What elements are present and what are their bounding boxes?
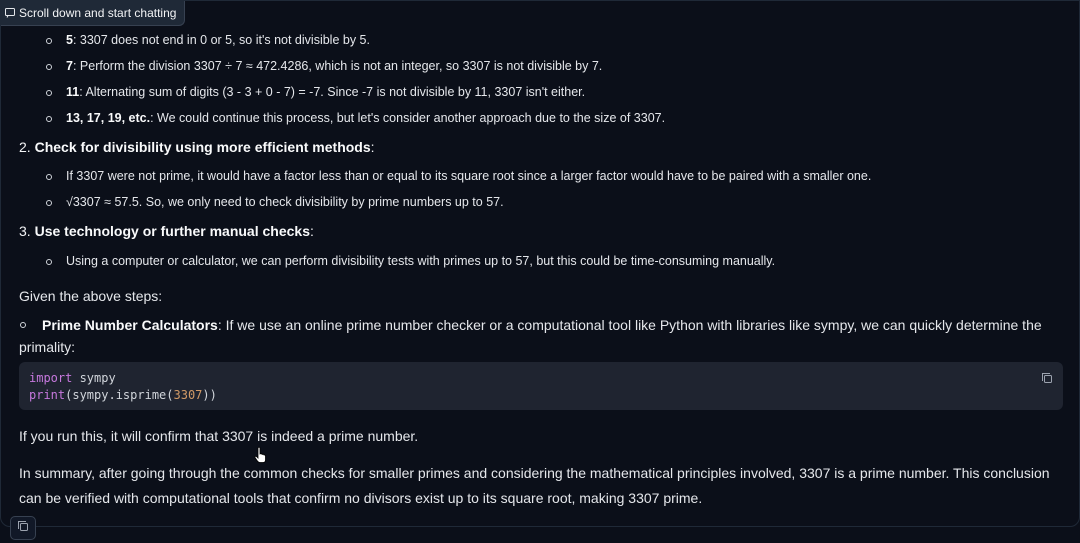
scroll-down-label: Scroll down and start chatting [19,6,177,20]
divisor-label: 7 [66,59,73,73]
code-text: sympy [72,371,116,385]
bullet [46,200,52,206]
list-item-text: Using a computer or calculator, we can p… [66,254,776,268]
divisor-label: 5 [66,33,73,47]
bullet [20,321,26,328]
mouse-pointer-icon [254,446,266,463]
scroll-down-banner[interactable]: Scroll down and start chatting [1,1,186,26]
list-item-text: : Perform the division 3307 ÷ 7 ≈ 472.42… [72,59,603,73]
step-heading-3: 3. Use technology or further manual chec… [19,223,314,239]
step-heading-2: 2. Check for divisibility using more eff… [19,139,375,155]
step-suffix: : [309,223,314,239]
code-text: (sympy.isprime( [65,388,174,402]
divisor-label: 13, 17, 19, etc. [66,111,151,125]
summary-text: In summary, after going through the comm… [19,465,1050,506]
code-content[interactable]: import sympy print(sympy.isprime(3307)) [29,370,217,404]
bullet [46,174,52,180]
code-keyword: import [29,371,73,385]
list-item-text: √3307 ≈ 57.5. So, we only need to check … [66,195,504,209]
list-item-text: : We could continue this process, but le… [150,111,666,125]
copy-icon [17,519,29,537]
code-number: 3307 [173,388,203,402]
confirm-text: If you run this, it will confirm that 33… [19,428,419,444]
step-suffix: : [370,139,375,155]
bullet [46,38,52,44]
code-block[interactable]: import sympy print(sympy.isprime(3307)) [19,362,1063,410]
given-steps-text: Given the above steps: [19,288,163,304]
prime-calculators-title: Prime Number Calculators [42,317,218,333]
code-function: print [29,388,66,402]
step-title: Use technology or further manual checks [34,223,310,239]
copy-code-icon[interactable] [1041,371,1053,383]
list-item-text: : Alternating sum of digits (3 - 3 + 0 -… [79,85,586,99]
step-number: 2. [19,139,35,155]
code-text: )) [202,388,217,402]
prime-calculators-item: Prime Number Calculators: If we use an o… [19,314,1064,358]
list-item-text: : 3307 does not end in 0 or 5, so it's n… [72,33,370,47]
divisor-label: 11 [66,85,80,99]
copy-message-button[interactable] [10,516,36,540]
step-title: Check for divisibility using more effici… [34,139,371,155]
chat-app: Scroll down and start chatting 5: 3307 d… [0,0,1080,543]
chat-message-panel[interactable]: Scroll down and start chatting 5: 3307 d… [0,0,1080,527]
step-number: 3. [19,223,35,239]
list-item-text: If 3307 were not prime, it would have a … [66,169,872,183]
bullet [46,64,52,70]
bullet [46,259,52,265]
chat-bubble-icon [5,8,15,18]
bullet [46,116,52,122]
bullet [46,90,52,96]
